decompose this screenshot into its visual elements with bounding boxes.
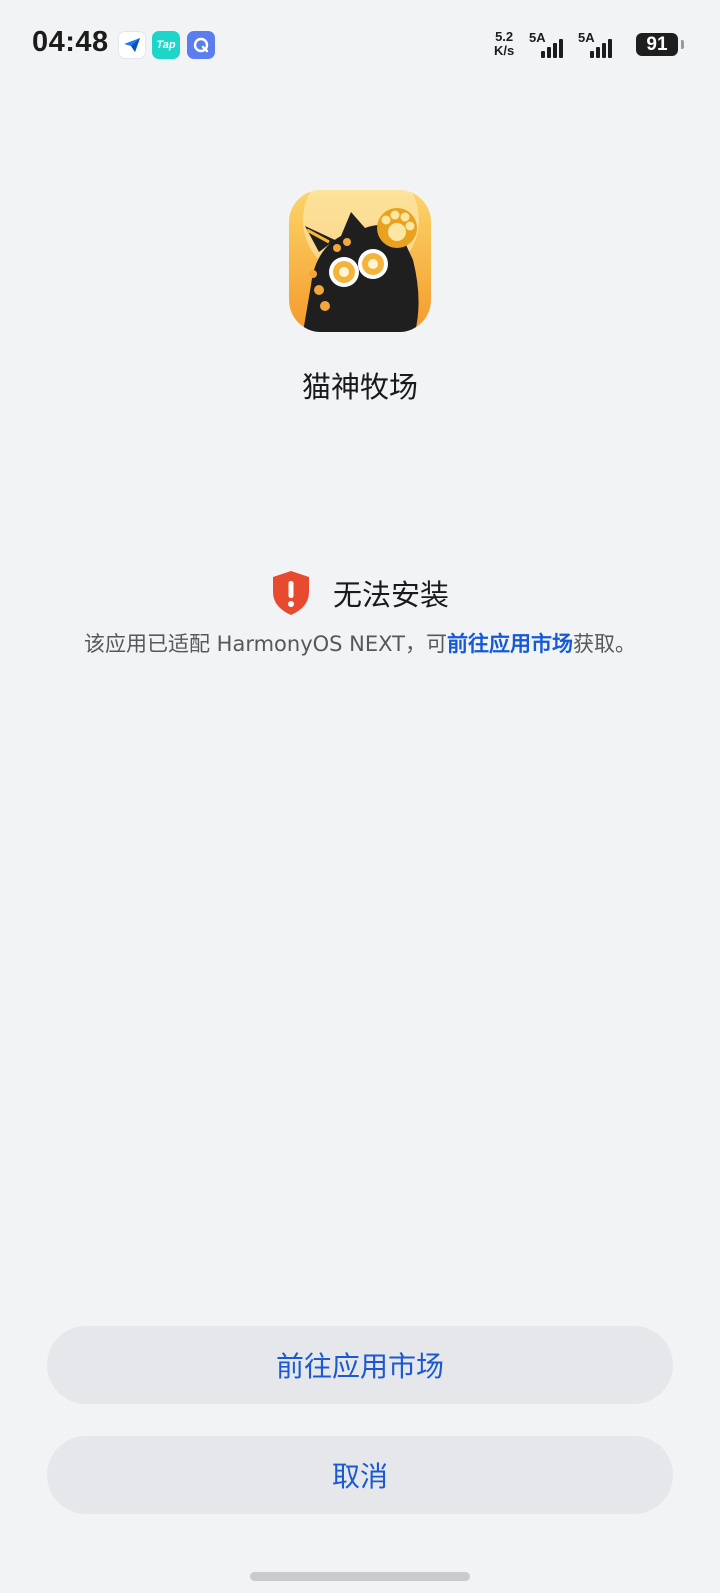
warning-desc-suffix: 获取。: [573, 632, 636, 656]
go-to-app-market-button[interactable]: 前往应用市场: [47, 1326, 673, 1404]
home-indicator[interactable]: [250, 1572, 470, 1581]
sim2-signal-icon: 5A: [578, 30, 622, 60]
browser-icon: [187, 31, 215, 59]
battery-icon: 91: [636, 33, 678, 56]
warning-desc-prefix: 该应用已适配 HarmonyOS NEXT，可: [84, 632, 447, 656]
cancel-button[interactable]: 取消: [47, 1436, 673, 1514]
warning-description: 该应用已适配 HarmonyOS NEXT，可前往应用市场获取。: [0, 628, 720, 658]
network-speed-unit: K/s: [494, 43, 515, 58]
app-name: 猫神牧场: [301, 370, 418, 404]
status-time: 04:48: [32, 26, 109, 58]
warning-title: 无法安装: [332, 578, 449, 612]
taptap-icon: Tap: [152, 31, 180, 59]
network-speed-value: 5.2: [495, 29, 514, 44]
network-speed: 5.2 K/s: [494, 30, 514, 58]
battery-cap: [681, 40, 684, 49]
paper-plane-icon: [118, 31, 146, 59]
shield-alert-icon: [271, 570, 311, 616]
status-bar: 04:48 Tap 5.2 K/s 5A 5A 91: [0, 0, 720, 90]
install-warning: 无法安装: [0, 570, 720, 616]
cat-app-icon: [289, 190, 431, 332]
sim1-signal-icon: 5A: [529, 30, 573, 60]
app-market-link[interactable]: 前往应用市场: [447, 632, 573, 656]
